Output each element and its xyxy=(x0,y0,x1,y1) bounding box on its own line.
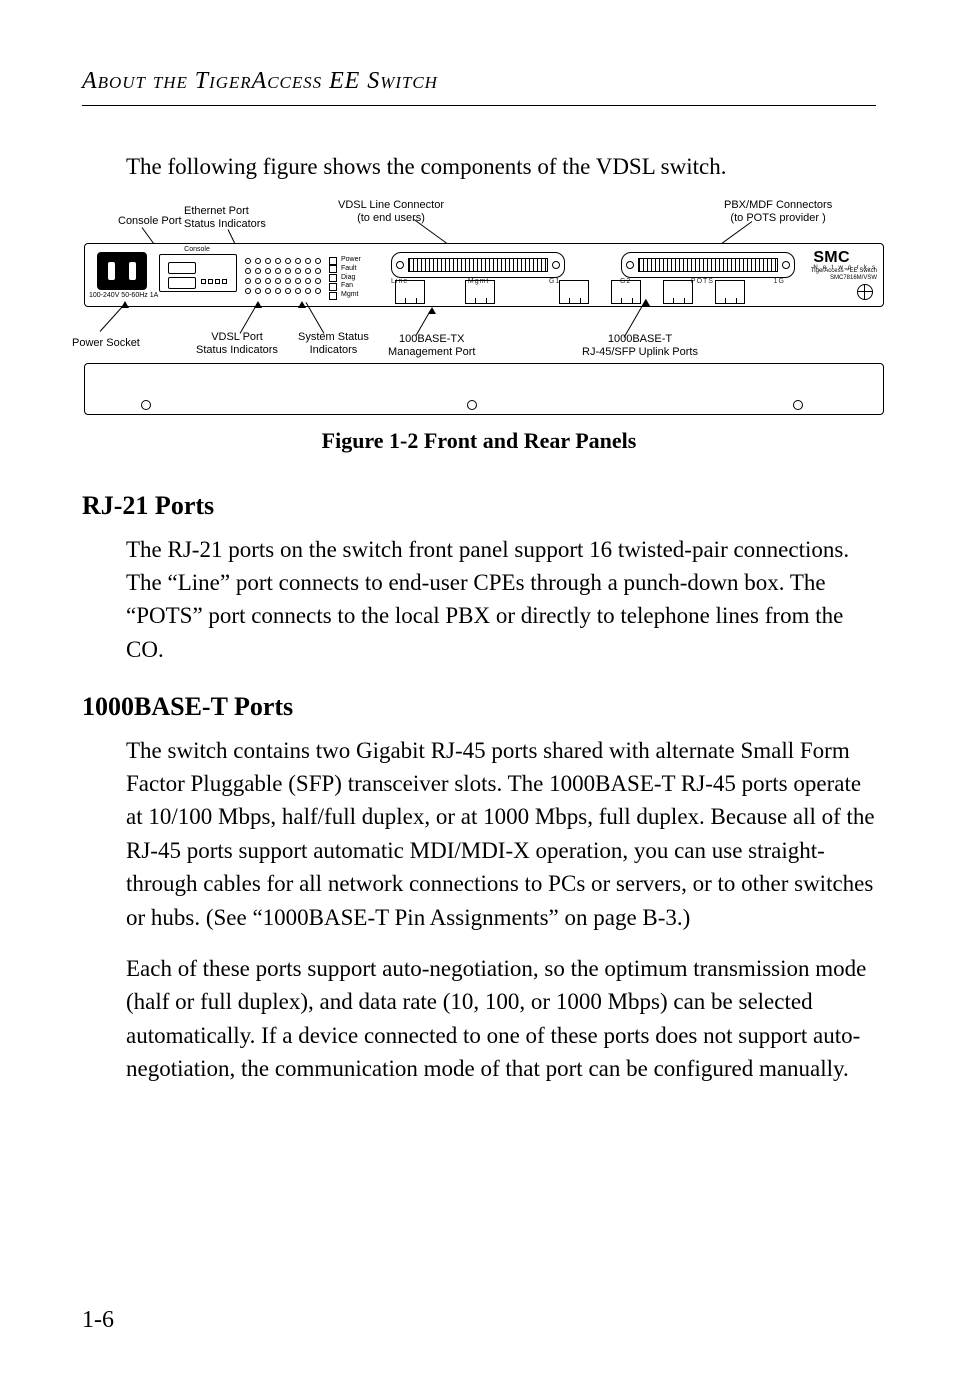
label-ethernet-port: Ethernet Port Status Indicators xyxy=(184,205,266,230)
label-pbx: PBX/MDF Connectors (to POTS provider ) xyxy=(724,199,832,224)
label-console-port: Console Port xyxy=(118,215,182,228)
rj21-line-connector xyxy=(391,252,565,278)
rj21-pots-connector xyxy=(621,252,795,278)
rear-screw-3 xyxy=(793,400,803,410)
uplink-jack-1 xyxy=(465,280,495,304)
page-number: 1-6 xyxy=(82,1303,114,1338)
mgmt-jack-row xyxy=(395,280,495,304)
uplink-row xyxy=(559,280,745,304)
model-line1: TigerAccess™EE Switch xyxy=(811,268,877,275)
console-leds xyxy=(200,261,230,271)
brand-text: SMC xyxy=(813,249,850,266)
figure-intro: The following figure shows the component… xyxy=(126,150,876,183)
status-mgmt: Mgmt xyxy=(341,291,359,300)
status-fan: Fan xyxy=(341,282,353,291)
rear-panel xyxy=(84,363,884,415)
status-diag: Diag xyxy=(341,274,355,283)
body-1000bt-1: The switch contains two Gigabit RJ-45 po… xyxy=(126,734,876,934)
rear-screw-2 xyxy=(467,400,477,410)
heading-rj21: RJ-21 Ports xyxy=(82,487,876,525)
body-1000bt-2: Each of these ports support auto-negotia… xyxy=(126,952,876,1085)
console-title: Console xyxy=(159,246,235,253)
power-spec: 100-240V 50-60Hz 1A xyxy=(89,292,158,299)
label-power-socket: Power Socket xyxy=(72,337,140,350)
figure-caption: Figure 1-2 Front and Rear Panels xyxy=(82,425,876,457)
rear-screw-1 xyxy=(141,400,151,410)
hardware-figure: Console Port Ethernet Port Status Indica… xyxy=(82,191,876,457)
rj21-label-1g: 1G xyxy=(774,278,785,285)
label-vdsl-line: VDSL Line Connector (to end users) xyxy=(338,199,444,224)
label-uplink: 1000BASE-T RJ-45/SFP Uplink Ports xyxy=(582,333,698,358)
fan-icon xyxy=(857,284,873,300)
uplink-jack-2 xyxy=(559,280,589,304)
status-power: Power xyxy=(341,256,361,265)
heading-1000bt: 1000BASE-T Ports xyxy=(82,688,876,726)
console-aux-icon xyxy=(168,277,196,289)
mgmt-jack xyxy=(395,280,425,304)
front-panel: 100-240V 50-60Hz 1A Console Power xyxy=(84,243,884,307)
label-mgmt-port: 100BASE-TX Management Port xyxy=(388,333,475,358)
power-socket-icon xyxy=(97,252,147,290)
console-port-icon xyxy=(168,262,196,274)
model-line2: SMC7816M/VSW xyxy=(811,275,877,282)
status-col: Power Fault Diag Fan Mgmt xyxy=(329,256,361,300)
running-head: About the TigerAccess EE Switch xyxy=(82,64,876,106)
uplink-jack-3 xyxy=(611,280,641,304)
body-rj21: The RJ-21 ports on the switch front pane… xyxy=(126,533,876,666)
model-text: TigerAccess™EE Switch SMC7816M/VSW xyxy=(811,268,877,281)
uplink-sfp-2 xyxy=(715,280,745,304)
vdsl-led-grid xyxy=(245,258,323,296)
status-fault: Fault xyxy=(341,265,357,274)
label-vdsl-port: VDSL Port Status Indicators xyxy=(196,331,278,356)
uplink-sfp-1 xyxy=(663,280,693,304)
console-cluster xyxy=(159,254,237,292)
label-sys-status: System Status Indicators xyxy=(298,331,369,356)
